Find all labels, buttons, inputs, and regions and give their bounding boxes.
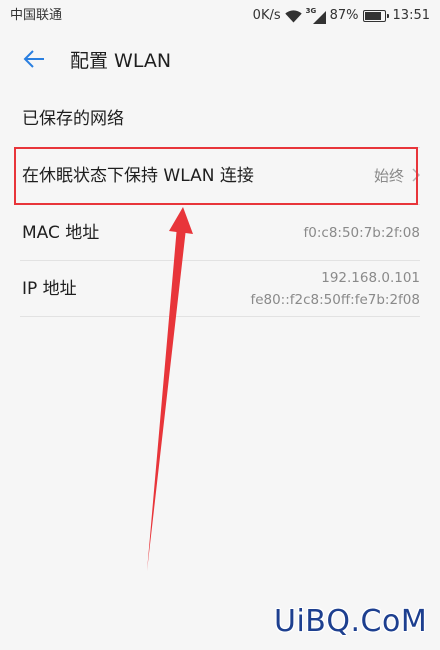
mac-address-label: MAC 地址 — [22, 222, 100, 243]
divider — [20, 316, 420, 317]
sleep-policy-item[interactable]: 在休眠状态下保持 WLAN 连接 始终 — [0, 148, 440, 204]
carrier-name: 中国联通 — [10, 8, 63, 23]
mac-address-value: f0:c8:50:7b:2f:08 — [303, 224, 420, 241]
back-arrow-icon — [21, 46, 47, 76]
watermark: UiBQ.CoM — [274, 604, 428, 639]
ipv6-address: fe80::f2c8:50ff:fe7b:2f08 — [250, 291, 420, 308]
status-indicators: 0K/s 3G 87% 13:51 — [253, 6, 430, 26]
signal-icon: 3G — [305, 6, 326, 24]
network-type: 3G — [305, 6, 317, 15]
ipv4-address: 192.168.0.101 — [321, 269, 420, 286]
clock: 13:51 — [392, 8, 430, 23]
battery-icon — [362, 10, 389, 22]
sleep-policy-value-group: 始终 — [373, 167, 421, 186]
app-bar: 配置 WLAN — [0, 32, 440, 90]
screen: 中国联通 0K/s 3G 87% 13:51 配置 WLAN 已保存的网络 在休… — [0, 0, 440, 650]
net-speed: 0K/s — [252, 8, 281, 23]
chevron-right-icon — [412, 167, 421, 186]
ip-address-values: 192.168.0.101 fe80::f2c8:50ff:fe7b:2f08 — [250, 267, 420, 311]
ip-address-label: IP 地址 — [22, 278, 77, 299]
sleep-policy-value: 始终 — [373, 167, 404, 185]
ip-address-item: IP 地址 192.168.0.101 fe80::f2c8:50ff:fe7b… — [0, 261, 440, 316]
wifi-icon — [284, 9, 302, 23]
battery-level-fill — [364, 12, 381, 20]
status-bar: 中国联通 0K/s 3G 87% 13:51 — [0, 0, 440, 32]
sleep-policy-label: 在休眠状态下保持 WLAN 连接 — [22, 166, 254, 186]
battery-percent: 87% — [329, 8, 359, 23]
saved-networks-label: 已保存的网络 — [22, 108, 124, 129]
saved-networks-item[interactable]: 已保存的网络 — [0, 90, 440, 147]
back-button[interactable] — [20, 47, 48, 75]
page-title: 配置 WLAN — [70, 50, 172, 72]
mac-address-item: MAC 地址 f0:c8:50:7b:2f:08 — [0, 205, 440, 260]
